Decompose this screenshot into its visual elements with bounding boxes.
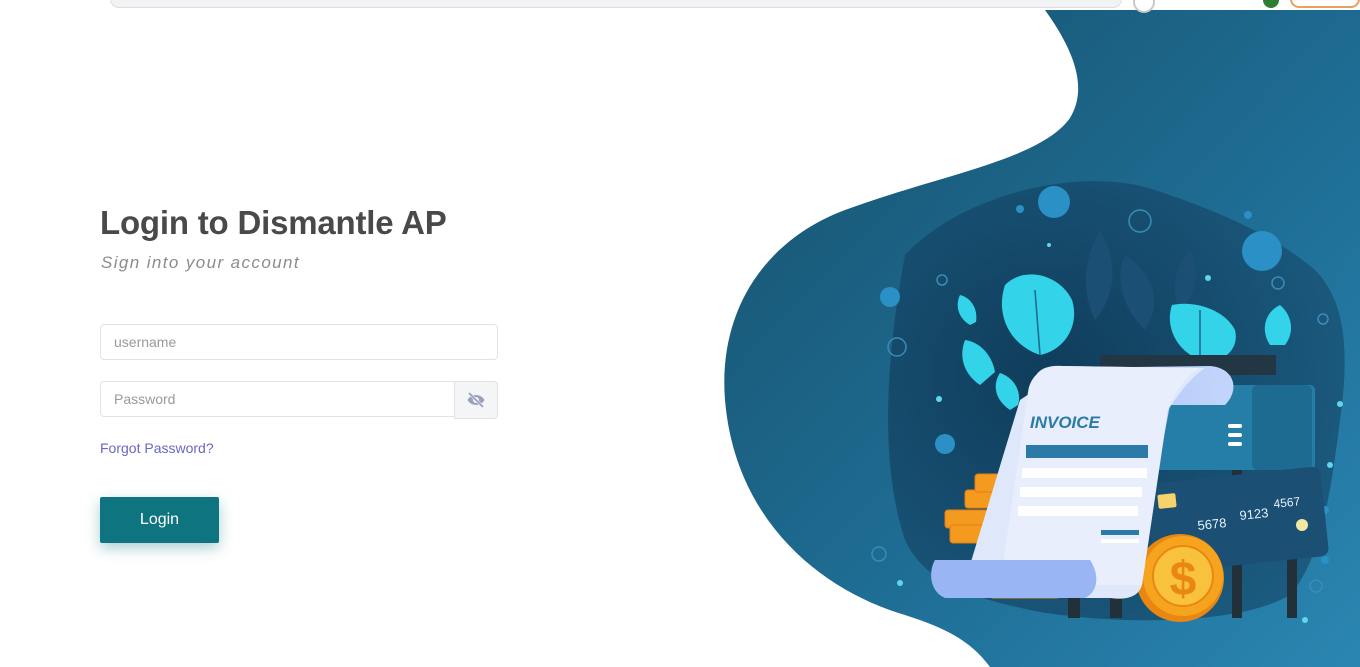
browser-update-button[interactable] bbox=[1290, 0, 1360, 8]
page-title: Login to Dismantle AP bbox=[100, 204, 447, 241]
password-input[interactable] bbox=[101, 382, 455, 416]
password-toggle-button[interactable] bbox=[454, 381, 498, 419]
page-subtitle: Sign into your account bbox=[101, 253, 301, 272]
password-field-wrapper bbox=[100, 381, 498, 419]
forgot-password-link[interactable]: Forgot Password? bbox=[100, 440, 214, 456]
browser-profile-icon[interactable] bbox=[1263, 0, 1279, 8]
card-digits-2: 5678 bbox=[1197, 515, 1227, 533]
browser-top-strip bbox=[0, 0, 1360, 13]
browser-address-bar[interactable] bbox=[110, 0, 1122, 8]
invoice-label: INVOICE bbox=[1030, 413, 1101, 432]
username-input[interactable] bbox=[101, 325, 497, 359]
dollar-sign: $ bbox=[1170, 553, 1197, 606]
login-button[interactable]: Login bbox=[100, 497, 219, 543]
username-field-wrapper bbox=[100, 324, 498, 360]
card-digits-4: 4567 bbox=[1273, 494, 1301, 511]
eye-slash-icon bbox=[467, 391, 485, 409]
dollar-coin: $ bbox=[1136, 534, 1224, 622]
card-digits-3: 9123 bbox=[1239, 505, 1269, 523]
